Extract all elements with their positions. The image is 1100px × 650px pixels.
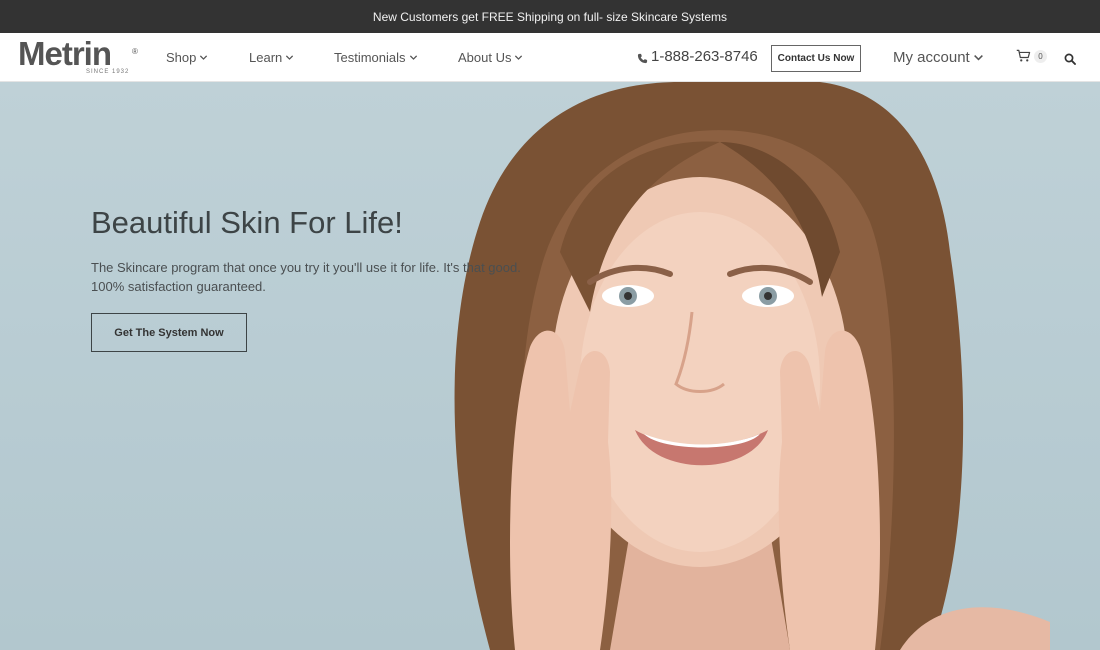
logo-wordmark: Metrin [18, 35, 112, 72]
chevron-down-icon [285, 53, 294, 62]
logo-registered-mark: ® [132, 47, 138, 56]
nav-shop[interactable]: Shop [166, 50, 208, 65]
site-header: Metrin ® SINCE 1932 Shop Learn Testimoni… [0, 33, 1100, 82]
hero-title: Beautiful Skin For Life! [91, 205, 403, 240]
nav-testimonials[interactable]: Testimonials [334, 50, 418, 65]
nav-about-us[interactable]: About Us [458, 50, 523, 65]
hero-subtitle: The Skincare program that once you try i… [91, 260, 521, 294]
chevron-down-icon [973, 52, 984, 63]
site-logo[interactable]: Metrin ® SINCE 1932 [18, 35, 140, 78]
announcement-text: New Customers get FREE Shipping on full-… [372, 9, 728, 24]
my-account-menu[interactable]: My account [893, 49, 984, 66]
hero-banner: Beautiful Skin For Life! The Skincare pr… [0, 82, 1100, 650]
chevron-down-icon [514, 53, 523, 62]
nav-learn[interactable]: Learn [249, 50, 294, 65]
get-system-button[interactable]: Get The System Now [91, 313, 247, 352]
hero-model-photo [454, 82, 1050, 650]
contact-us-button[interactable]: Contact Us Now [771, 45, 861, 72]
nav-about-us-label: About Us [458, 50, 512, 65]
phone-icon [637, 51, 648, 64]
search-icon[interactable] [1064, 52, 1076, 65]
nav-learn-label: Learn [249, 50, 283, 65]
nav-shop-label: Shop [166, 50, 197, 65]
chevron-down-icon [409, 53, 418, 62]
chevron-down-icon [199, 53, 208, 62]
my-account-label: My account [893, 49, 970, 66]
cart-count-badge: 0 [1034, 49, 1047, 63]
cart-icon [1016, 49, 1031, 63]
phone-number: 1-888-263-8746 [651, 48, 758, 65]
nav-testimonials-label: Testimonials [334, 50, 406, 65]
logo-since-tagline: SINCE 1932 [86, 69, 130, 75]
cart-button[interactable]: 0 [1016, 49, 1047, 63]
phone-link[interactable]: 1-888-263-8746 [637, 48, 758, 65]
announcement-bar: New Customers get FREE Shipping on full-… [0, 0, 1100, 33]
